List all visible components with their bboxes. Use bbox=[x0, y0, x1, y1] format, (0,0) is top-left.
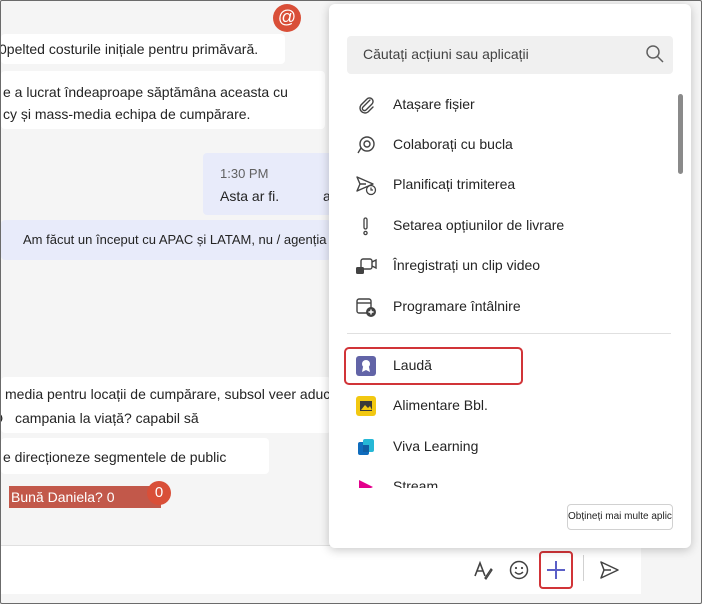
menu-item-label: Stream bbox=[393, 478, 439, 488]
menu-divider bbox=[347, 333, 671, 334]
message-text: e a lucrat îndeaproape săptămâna aceasta… bbox=[3, 84, 288, 100]
message-bubble: e direcționeze segmentele de public bbox=[1, 438, 269, 474]
stream-icon bbox=[355, 476, 377, 488]
emoji-icon[interactable] bbox=[503, 554, 535, 586]
search-icon bbox=[645, 44, 665, 69]
highlighted-message: Bună Daniela? 0 bbox=[9, 486, 161, 508]
menu-item-label: Alimentare Bbl. bbox=[393, 397, 488, 413]
message-bubble: 0pelted costurile inițiale pentru primăv… bbox=[1, 34, 285, 64]
message-text: campania la viață? capabil să bbox=[15, 410, 199, 426]
menu-item-label: Programare întâlnire bbox=[393, 298, 521, 314]
teams-chat-window: @ 0pelted costurile inițiale pentru prim… bbox=[0, 0, 702, 604]
send-icon[interactable] bbox=[593, 554, 625, 586]
menu-item-label: Setarea opțiunilor de livrare bbox=[393, 217, 565, 233]
exclamation-icon bbox=[355, 215, 377, 237]
video-clip-icon bbox=[355, 255, 377, 277]
app-item-image-feed[interactable]: Alimentare Bbl. bbox=[347, 389, 665, 423]
message-bubble: media pentru locații de cumpărare, subso… bbox=[1, 377, 331, 433]
actions-apps-menu: Căutați acțiuni sau aplicații Atașare fi… bbox=[329, 4, 691, 548]
menu-item-schedule-send[interactable]: Planificați trimiterea bbox=[347, 168, 665, 202]
message-text: e direcționeze segmentele de public bbox=[3, 449, 227, 465]
schedule-send-icon bbox=[355, 174, 377, 196]
message-text: media pentru locații de cumpărare, subso… bbox=[5, 386, 331, 402]
menu-item-label: Atașare fișier bbox=[393, 96, 475, 112]
menu-item-label: Viva Learning bbox=[393, 438, 479, 454]
format-icon[interactable] bbox=[467, 554, 499, 586]
praise-highlight-box bbox=[344, 347, 523, 385]
menu-item-delivery-options[interactable]: Setarea opțiunilor de livrare bbox=[347, 209, 665, 243]
menu-item-record-video[interactable]: Înregistrați un clip video bbox=[347, 249, 665, 283]
menu-scrollbar[interactable] bbox=[678, 94, 683, 174]
loop-icon bbox=[355, 134, 377, 156]
menu-item-attach-file[interactable]: Atașare fișier bbox=[347, 88, 665, 122]
menu-item-label: Colaborați cu bucla bbox=[393, 136, 513, 152]
image-feed-icon bbox=[355, 395, 377, 417]
message-text: 0pelted costurile inițiale pentru primăv… bbox=[1, 41, 259, 57]
toolbar-divider bbox=[583, 555, 584, 581]
app-item-viva-learning[interactable]: Viva Learning bbox=[347, 430, 665, 464]
plus-icon bbox=[547, 561, 565, 579]
menu-item-label: Planificați trimiterea bbox=[393, 176, 516, 192]
own-message-bubble: 1:30 PM Asta ar fi. a bbox=[203, 153, 333, 215]
message-bubble: Am făcut un început cu APAC și LATAM, nu… bbox=[1, 220, 331, 260]
message-text: Asta ar fi. bbox=[220, 188, 280, 204]
menu-item-label: Înregistrați un clip video bbox=[393, 257, 541, 273]
message-text: cy și mass-media echipa de cumpărare. bbox=[3, 106, 251, 122]
mention-icon: @ bbox=[273, 4, 301, 32]
apps-plus-button[interactable] bbox=[539, 551, 573, 589]
viva-learning-icon bbox=[355, 436, 377, 458]
actions-search-input[interactable]: Căutați acțiuni sau aplicații bbox=[347, 36, 673, 74]
menu-item-loop[interactable]: Colaborați cu bucla bbox=[347, 128, 665, 162]
app-item-stream[interactable]: Stream bbox=[347, 470, 665, 488]
paperclip-icon bbox=[355, 94, 377, 116]
menu-item-schedule-meeting[interactable]: Programare întâlnire bbox=[347, 290, 665, 324]
reaction-icon: 0 bbox=[147, 481, 171, 505]
message-bubble: e a lucrat îndeaproape săptămâna aceasta… bbox=[1, 71, 325, 129]
message-glyph: D bbox=[1, 407, 3, 429]
search-placeholder: Căutați acțiuni sau aplicații bbox=[363, 46, 529, 62]
get-more-apps-button[interactable]: Obțineți mai multe aplicații bbox=[567, 504, 673, 530]
calendar-add-icon bbox=[355, 296, 377, 318]
message-text: Am făcut un început cu APAC și LATAM, nu… bbox=[23, 232, 327, 247]
message-timestamp: 1:30 PM bbox=[220, 166, 269, 181]
